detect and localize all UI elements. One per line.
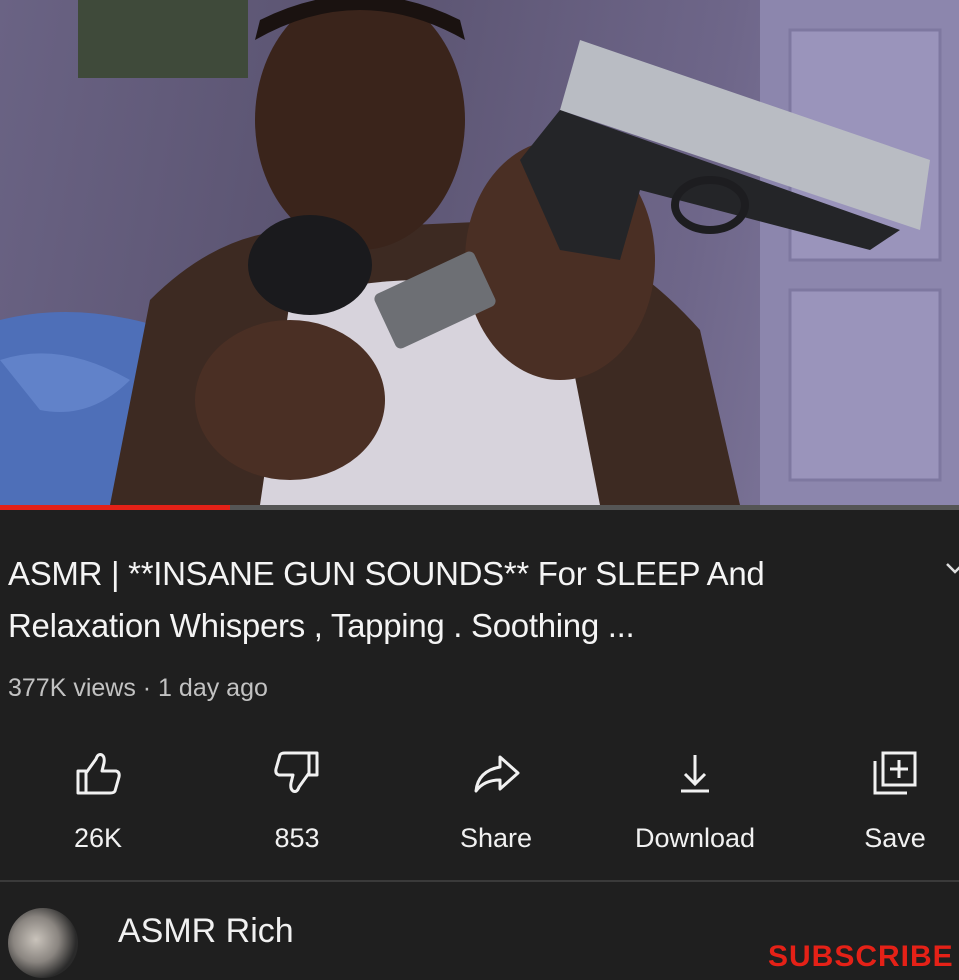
like-count: 26K [73,823,123,853]
person-head [255,0,465,250]
download-icon [665,744,725,801]
dislike-button[interactable]: 853 [212,744,382,854]
download-button[interactable]: Download [610,744,780,854]
save-playlist-icon [865,744,925,801]
thumbs-down-icon [267,744,327,801]
like-button[interactable]: 26K [13,744,183,854]
video-player[interactable] [0,0,959,505]
section-divider [0,880,959,882]
share-button[interactable]: Share [411,744,581,854]
video-frame [0,0,959,505]
video-title[interactable]: ASMR | **INSANE GUN SOUNDS** For SLEEP A… [8,548,888,652]
share-label: Share [459,823,533,853]
thumbs-up-icon [68,744,128,801]
share-icon [466,744,526,801]
save-button[interactable]: Save [810,744,959,854]
save-label: Save [864,823,926,853]
channel-name[interactable]: ASMR Rich [118,912,294,951]
chevron-down-icon[interactable] [945,558,959,578]
download-label: Download [634,823,756,853]
video-views-and-date: 377K views · 1 day ago [8,674,268,702]
dislike-count: 853 [274,823,320,853]
channel-row: ASMR Rich SUBSCRIBE [0,888,959,978]
channel-avatar[interactable] [8,908,78,978]
action-bar: 26K 853 Share Download Save [0,744,959,854]
door-panel [788,288,942,482]
video-info-panel: ASMR | **INSANE GUN SOUNDS** For SLEEP A… [0,510,959,978]
wall-picture [78,0,248,78]
microphone [248,215,372,315]
left-hand [195,320,385,480]
subscribe-button[interactable]: SUBSCRIBE [768,940,959,980]
